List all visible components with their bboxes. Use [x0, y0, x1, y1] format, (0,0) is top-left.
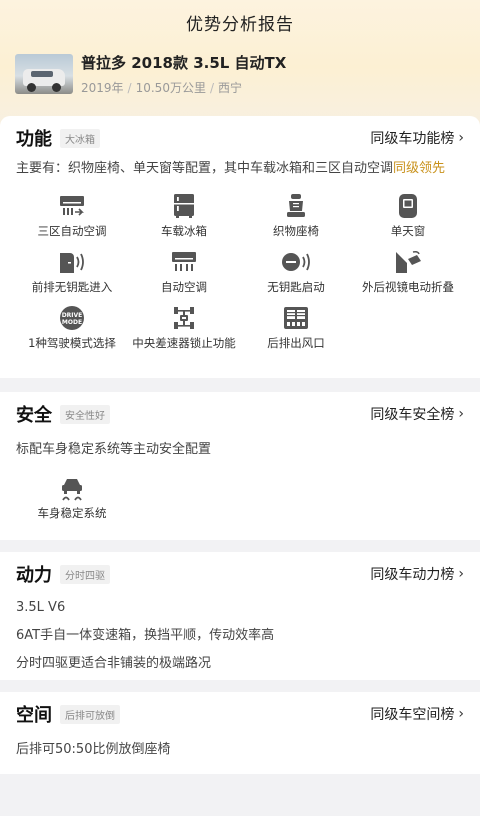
function-rank-link[interactable]: 同级车功能榜 › — [370, 128, 464, 148]
auto-ac-icon — [128, 249, 240, 275]
feature-label: 织物座椅 — [273, 224, 319, 238]
feature-item[interactable]: 无钥匙启动 — [240, 249, 352, 295]
car-city: 西宁 — [218, 81, 243, 95]
svg-text:MODE: MODE — [62, 319, 82, 326]
chevron-right-icon: › — [458, 566, 464, 582]
power-card: 动力 分时四驱 同级车动力榜 › 3.5L V6 6AT手自一体变速箱，换挡平顺，… — [0, 552, 480, 680]
safety-desc: 标配车身稳定系统等主动安全配置 — [16, 442, 212, 457]
car-thumbnail[interactable] — [15, 54, 73, 94]
feature-item[interactable]: 中央差速器锁止功能 — [128, 305, 240, 351]
feature-label: 自动空调 — [161, 280, 207, 294]
power-title: 动力 — [16, 565, 52, 586]
feature-label: 无钥匙启动 — [267, 280, 325, 294]
space-card: 空间 后排可放倒 同级车空间榜 › 后排可50:50比例放倒座椅 — [0, 692, 480, 774]
space-rank-link[interactable]: 同级车空间榜 › — [370, 704, 464, 724]
function-desc: 主要有：织物座椅、单天窗等配置，其中车载冰箱和三区自动空调同级领先 — [16, 159, 464, 179]
svg-text:DRIVE: DRIVE — [62, 312, 83, 319]
feature-label: 外后视镜电动折叠 — [362, 280, 454, 294]
page-title: 优势分析报告 — [186, 15, 294, 35]
car-year: 2019年 — [81, 81, 124, 95]
function-card: 功能 大冰箱 同级车功能榜 › 主要有：织物座椅、单天窗等配置，其中车载冰箱和三区… — [0, 116, 480, 378]
power-tag: 分时四驱 — [60, 564, 110, 584]
car-name: 普拉多 2018款 3.5L 自动TX — [81, 54, 287, 72]
feature-item[interactable]: 织物座椅 — [240, 193, 352, 239]
mirror-fold-icon — [352, 249, 464, 275]
function-desc-highlight: 同级领先 — [393, 161, 446, 176]
power-transmission: 6AT手自一体变速箱，换挡平顺，传动效率高 — [16, 628, 275, 643]
chevron-right-icon: › — [458, 406, 464, 422]
feature-label: 1种驾驶模式选择 — [28, 336, 116, 350]
car-mileage: 10.50万公里 — [135, 81, 206, 95]
function-desc-text: 主要有：织物座椅、单天窗等配置，其中车载冰箱和三区自动空调 — [16, 161, 394, 176]
chevron-right-icon: › — [458, 706, 464, 722]
chevron-right-icon: › — [458, 130, 464, 146]
sunroof-icon — [352, 193, 464, 219]
feature-item[interactable]: 外后视镜电动折叠 — [352, 249, 464, 295]
safety-card: 安全 安全性好 同级车安全榜 › 标配车身稳定系统等主动安全配置 车身稳定系统 — [0, 392, 480, 540]
feature-item[interactable]: 三区自动空调 — [16, 193, 128, 239]
safety-title: 安全 — [16, 405, 52, 426]
power-engine: 3.5L V6 — [16, 600, 66, 615]
keyless-entry-icon — [16, 249, 128, 275]
power-drivetrain: 分时四驱更适合非铺装的极端路况 — [16, 656, 212, 671]
drive-mode-icon: DRIVE MODE — [16, 305, 128, 331]
feature-item[interactable]: 车身稳定系统 — [16, 475, 128, 521]
feature-label: 前排无钥匙进入 — [31, 280, 113, 294]
feature-label: 后排出风口 — [267, 336, 325, 350]
feature-label: 车载冰箱 — [161, 224, 207, 238]
safety-rank-label: 同级车安全榜 — [370, 407, 455, 423]
safety-rank-link[interactable]: 同级车安全榜 › — [370, 404, 464, 424]
car-summary: 普拉多 2018款 3.5L 自动TX 2019年/10.50万公里 / 西宁 — [15, 52, 286, 96]
power-rank-label: 同级车动力榜 — [370, 567, 455, 583]
seat-icon — [240, 193, 352, 219]
feature-label: 三区自动空调 — [37, 224, 107, 238]
feature-label: 单天窗 — [390, 224, 426, 238]
feature-label: 中央差速器锁止功能 — [132, 336, 236, 350]
power-rank-link[interactable]: 同级车动力榜 › — [370, 564, 464, 584]
space-desc: 后排可50:50比例放倒座椅 — [16, 742, 171, 757]
function-title: 功能 — [16, 129, 52, 150]
feature-item[interactable]: 前排无钥匙进入 — [16, 249, 128, 295]
feature-label: 车身稳定系统 — [37, 506, 107, 520]
space-title: 空间 — [16, 705, 52, 726]
diff-lock-icon — [128, 305, 240, 331]
feature-item[interactable]: 车载冰箱 — [128, 193, 240, 239]
fridge-icon — [128, 193, 240, 219]
space-rank-label: 同级车空间榜 — [370, 707, 455, 723]
function-rank-label: 同级车功能榜 — [370, 131, 455, 147]
rear-vent-icon — [240, 305, 352, 331]
feature-item[interactable]: 单天窗 — [352, 193, 464, 239]
climate-zone-icon — [16, 193, 128, 219]
keyless-start-icon — [240, 249, 352, 275]
feature-item[interactable]: 后排出风口 — [240, 305, 352, 351]
car-meta: 2019年/10.50万公里 / 西宁 — [81, 81, 243, 95]
space-tag: 后排可放倒 — [60, 704, 120, 724]
feature-item[interactable]: DRIVE MODE 1种驾驶模式选择 — [16, 305, 128, 351]
stability-control-icon — [16, 475, 128, 501]
feature-item[interactable]: 自动空调 — [128, 249, 240, 295]
safety-tag: 安全性好 — [60, 404, 110, 424]
function-tag: 大冰箱 — [60, 128, 100, 148]
